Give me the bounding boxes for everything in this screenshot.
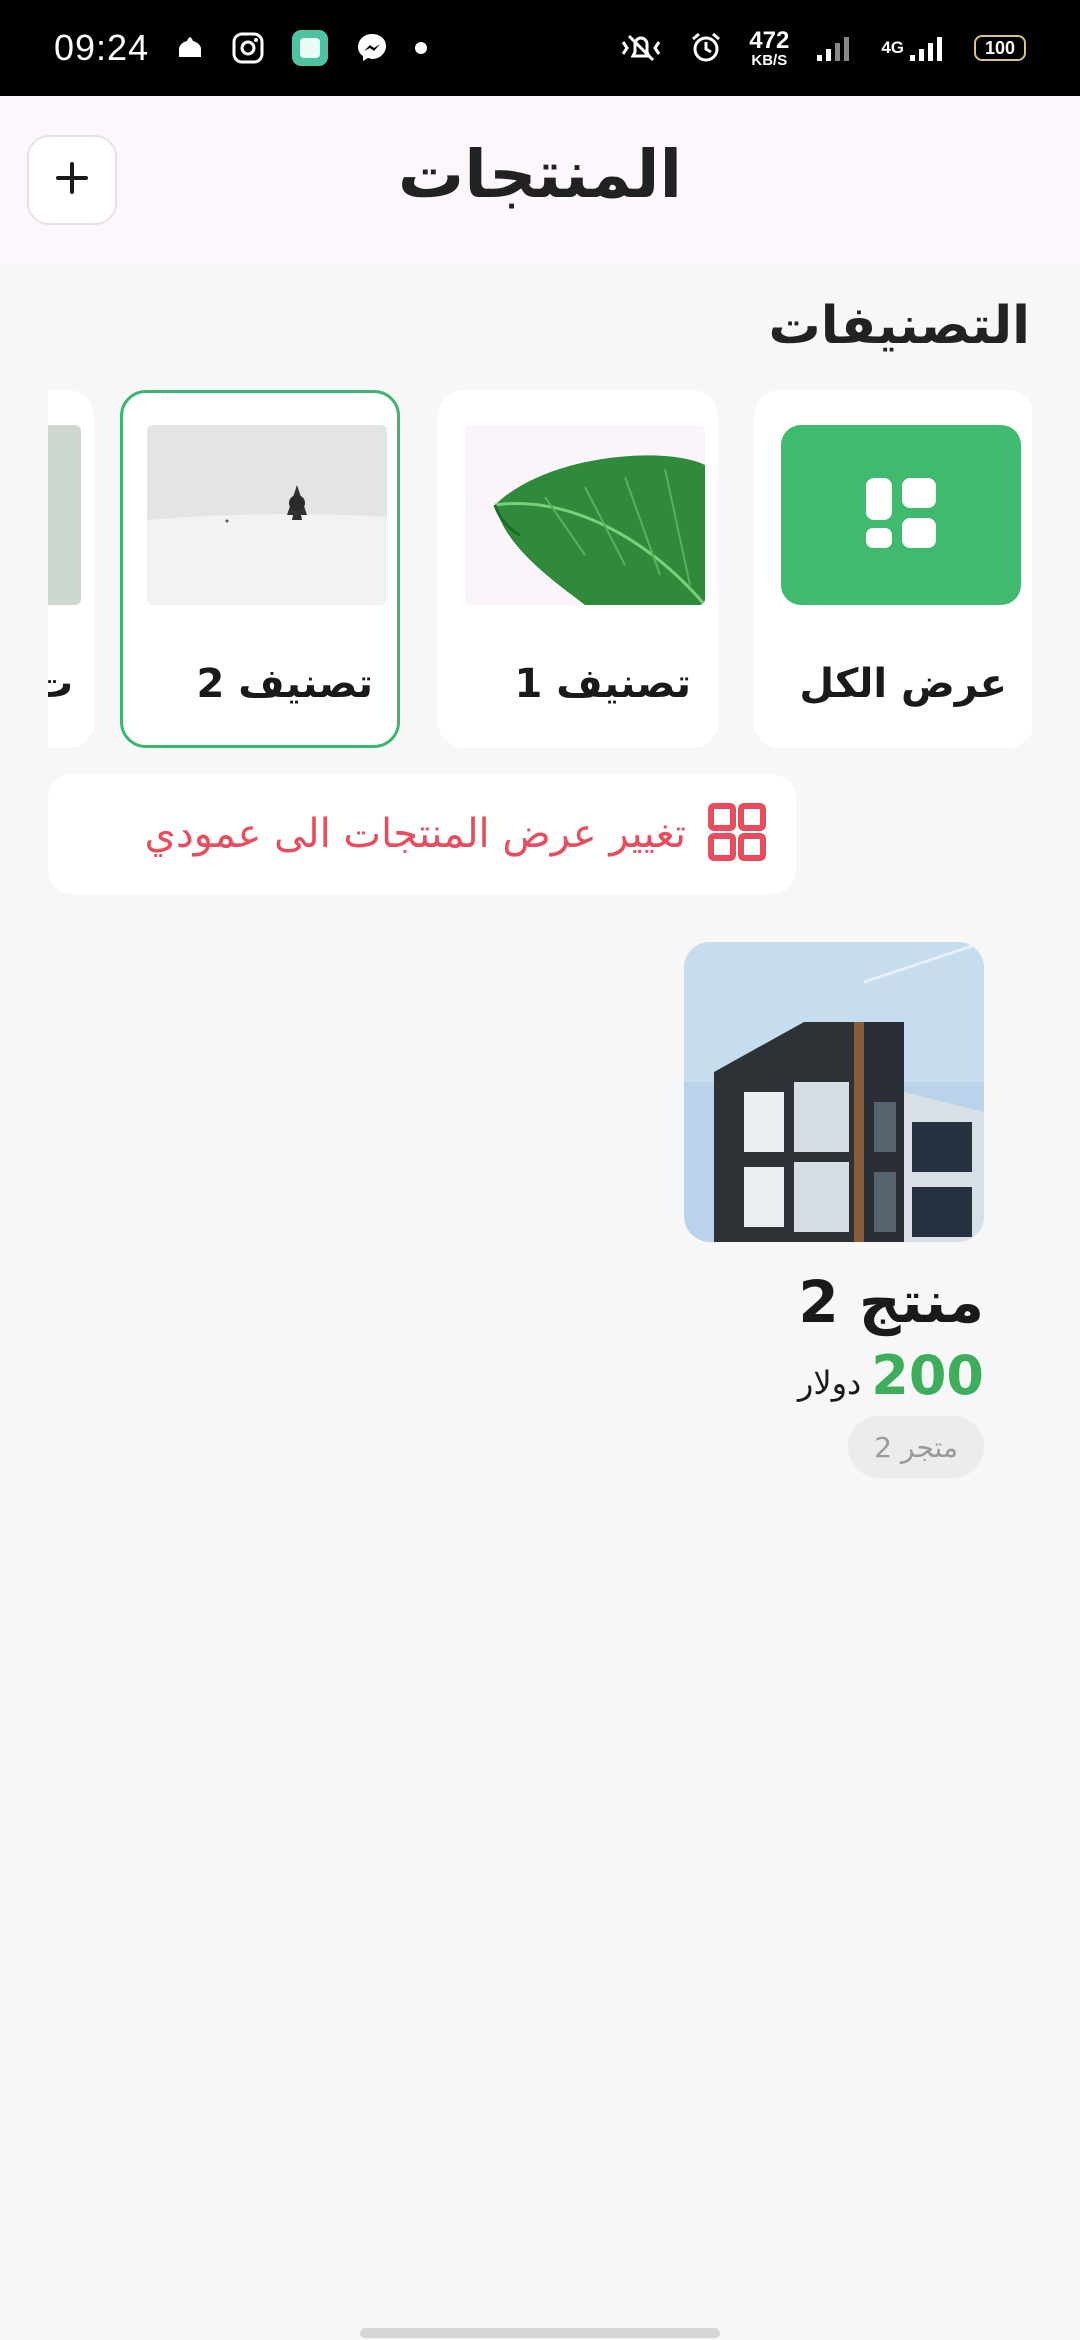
leaf-image bbox=[465, 425, 705, 605]
category-thumb bbox=[781, 425, 1021, 605]
price-value: 200 bbox=[871, 1344, 984, 1407]
category-label: عرض الكل bbox=[799, 661, 1007, 707]
instagram-icon bbox=[231, 31, 265, 65]
snow-tree-image bbox=[147, 425, 387, 605]
mosque-icon bbox=[175, 33, 205, 63]
store-badge[interactable]: متجر 2 bbox=[848, 1416, 984, 1478]
grid-icon bbox=[864, 476, 938, 554]
app-icon bbox=[291, 29, 329, 67]
alarm-icon bbox=[689, 31, 723, 65]
view-toggle-label: تغيير عرض المنتجات الى عمودي bbox=[144, 811, 686, 857]
product-name: منتج 2 bbox=[798, 1268, 984, 1336]
category-label: تصنيف 2 bbox=[196, 661, 374, 707]
price-currency: دولار bbox=[797, 1364, 862, 1402]
app-header: المنتجات bbox=[0, 96, 1080, 264]
home-indicator[interactable] bbox=[360, 2328, 720, 2338]
category-label: تصنيف 1 bbox=[514, 661, 692, 707]
status-time: 09:24 bbox=[54, 27, 150, 68]
product-image[interactable] bbox=[684, 942, 984, 1242]
battery-icon: 100 bbox=[974, 35, 1026, 61]
category-card-1[interactable]: تصنيف 1 bbox=[438, 390, 718, 748]
category-card-all[interactable]: عرض الكل bbox=[754, 390, 1032, 748]
status-bar: 09:24 472 KB/S 4G 100 bbox=[0, 0, 1080, 96]
view-toggle-button[interactable]: تغيير عرض المنتجات الى عمودي bbox=[48, 774, 796, 894]
categories-list[interactable]: عرض الكل تصنيف 1 تصنيف 2 ت bbox=[48, 390, 1032, 750]
signal-icon bbox=[815, 33, 855, 63]
page-title: المنتجات bbox=[397, 136, 683, 213]
categories-title: التصنيفات bbox=[768, 296, 1030, 356]
grid-view-icon bbox=[708, 803, 766, 865]
category-card-3[interactable]: ت bbox=[48, 390, 94, 748]
vibrate-icon bbox=[619, 32, 663, 64]
category-label: ت bbox=[48, 661, 74, 707]
signal-4g-icon: 4G bbox=[881, 33, 948, 63]
notification-dot-icon bbox=[415, 42, 428, 54]
product-price: 200 دولار bbox=[798, 1344, 984, 1407]
network-speed: 472 KB/S bbox=[749, 26, 790, 69]
messenger-icon bbox=[355, 31, 389, 65]
partial-image bbox=[48, 425, 81, 605]
category-card-2[interactable]: تصنيف 2 bbox=[120, 390, 400, 748]
